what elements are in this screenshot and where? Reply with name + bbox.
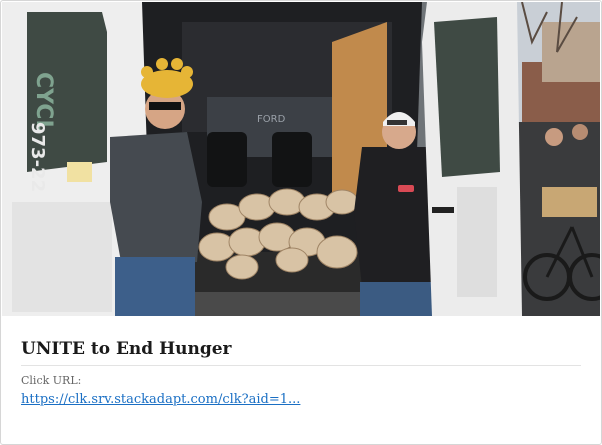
ad-card: CYCL 973-22 FORD UNITE to End Hunger Cli… [0,0,602,445]
van-brand: FORD [257,114,286,125]
click-url-link[interactable]: https://clk.srv.stackadapt.com/clk?aid=1… [21,392,300,407]
van-door-phone: 973-22 [27,122,48,192]
click-url-label: Click URL: [21,374,82,387]
ad-image[interactable]: CYCL 973-22 FORD [2,2,600,316]
divider [21,365,581,366]
ad-title[interactable]: UNITE to End Hunger [21,339,232,359]
